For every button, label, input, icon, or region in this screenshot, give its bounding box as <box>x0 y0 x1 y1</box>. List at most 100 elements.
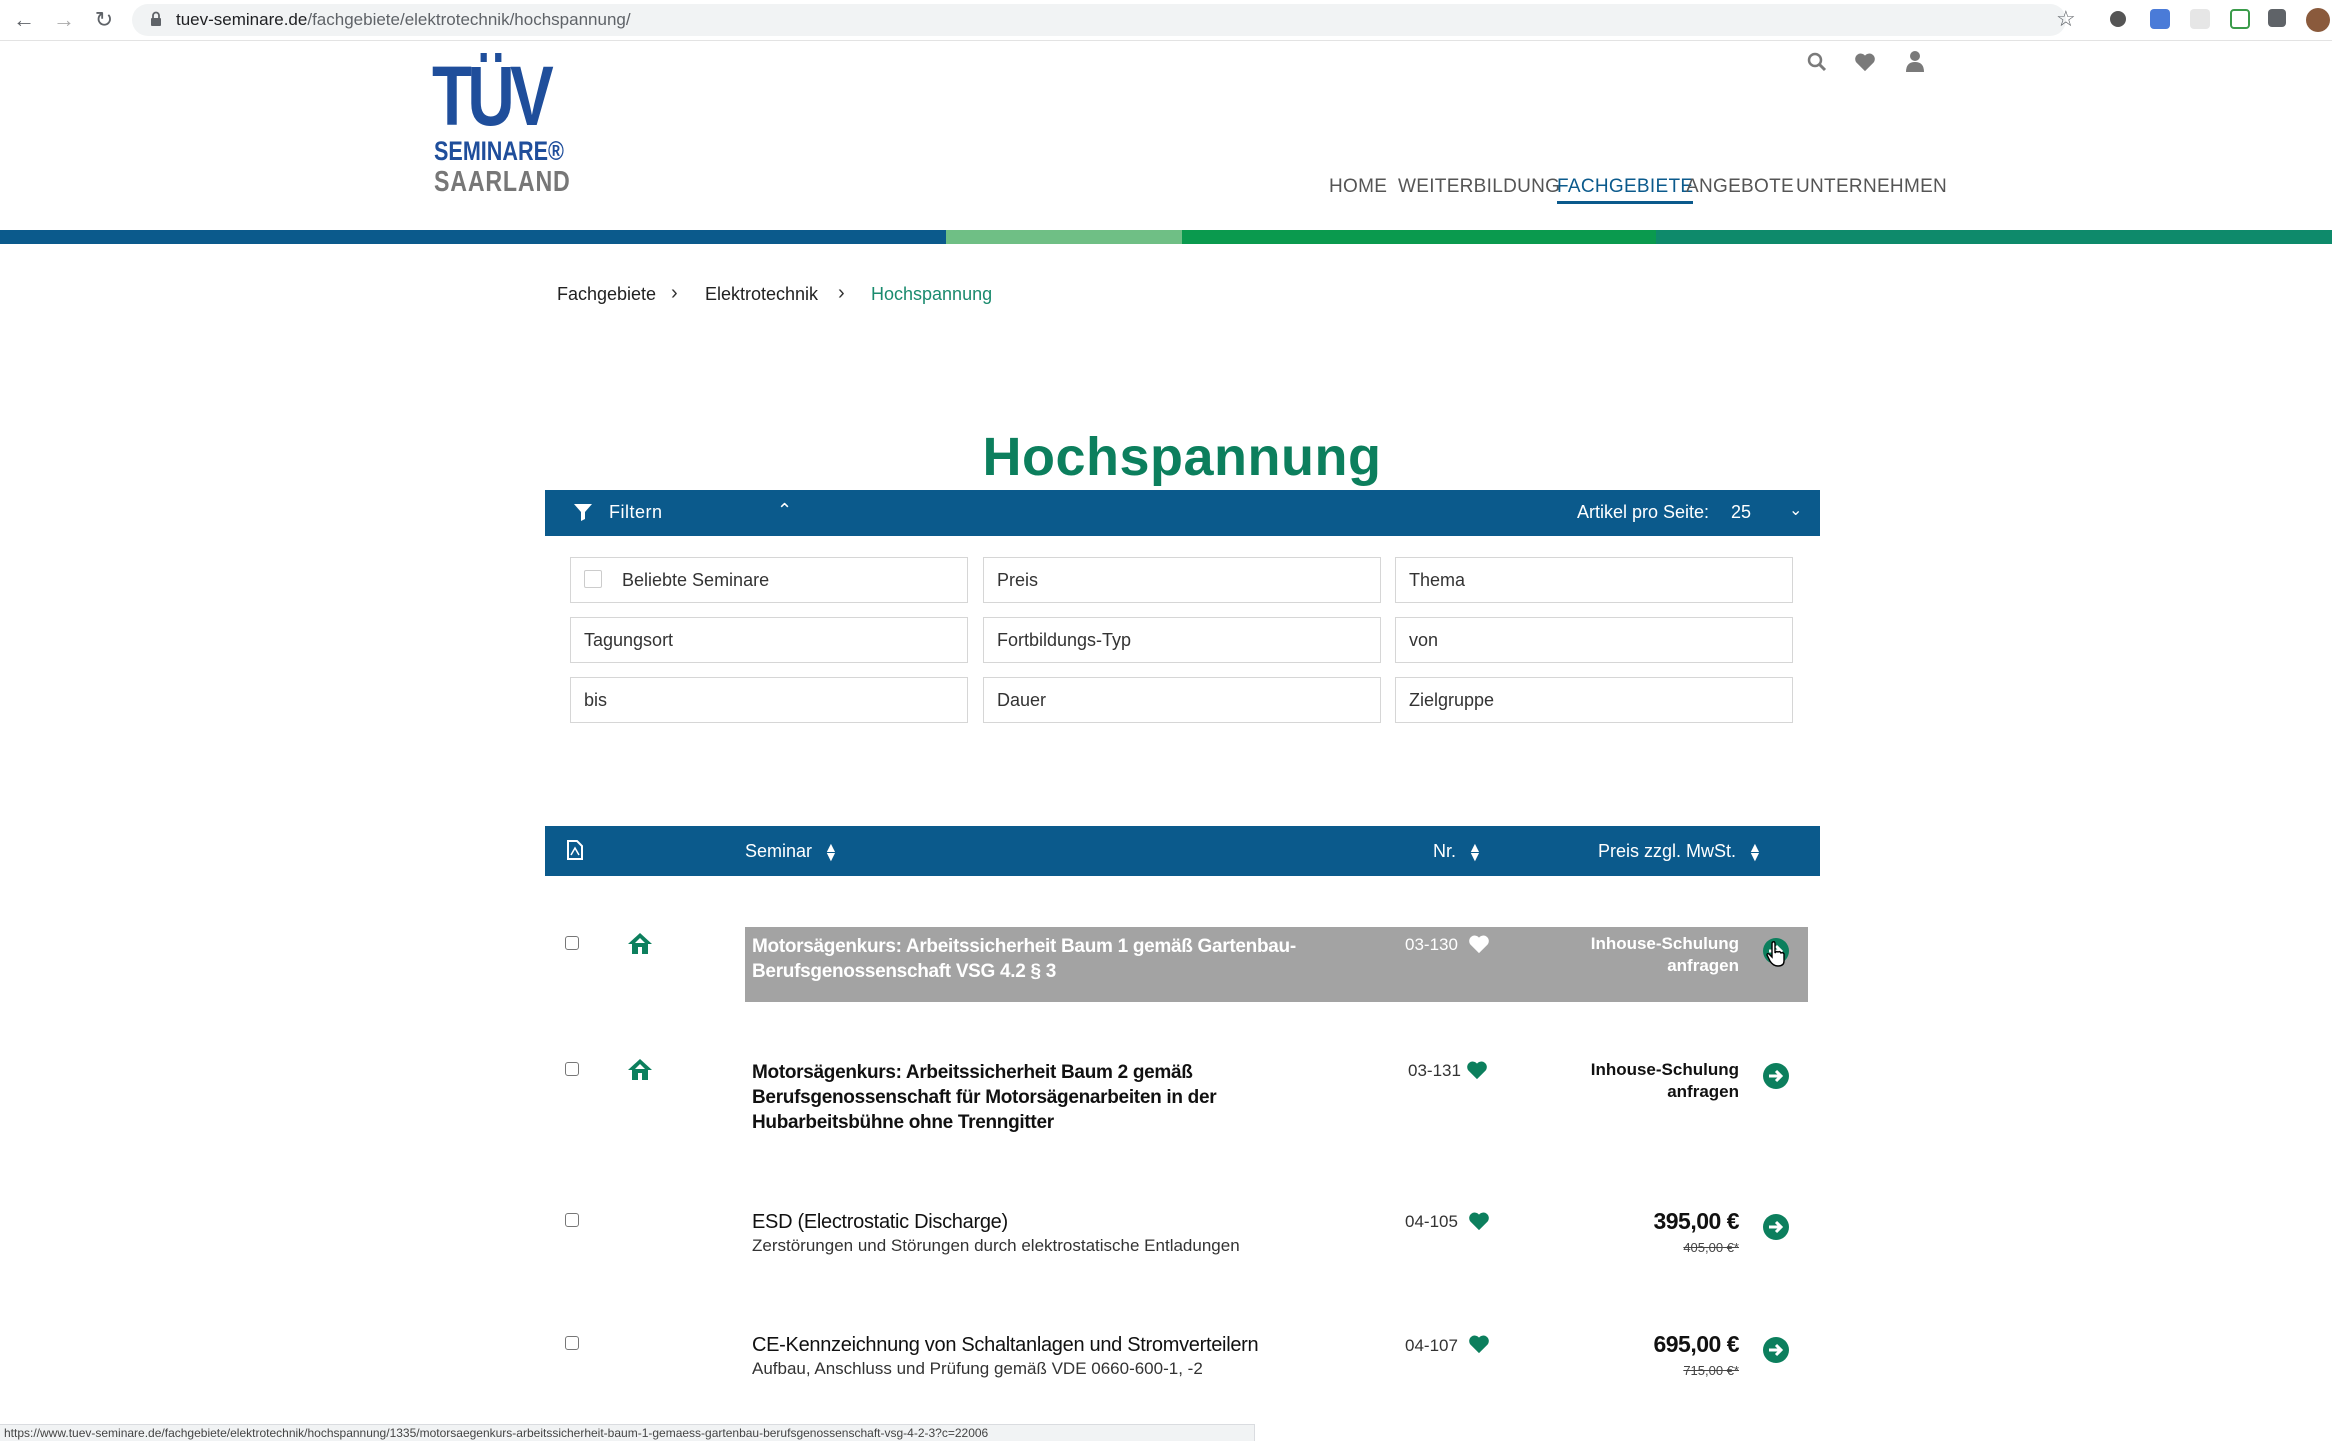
filter-tagungsort[interactable]: Tagungsort <box>570 617 968 663</box>
filter-label: Tagungsort <box>584 630 674 650</box>
arrow-right-circle-icon[interactable] <box>1762 1336 1790 1364</box>
heart-icon[interactable] <box>1468 1211 1490 1231</box>
row-checkbox[interactable] <box>565 1336 579 1350</box>
chevron-down-icon[interactable]: ⌄ <box>1789 500 1802 520</box>
row-old-price: 715,00 €* <box>1683 1363 1739 1378</box>
nav-fachgebiete[interactable]: FACHGEBIETE <box>1557 176 1694 204</box>
col-seminar-label: Seminar <box>745 841 813 861</box>
sort-icon[interactable]: ▲ ▼ <box>824 840 838 863</box>
hand-cursor-icon <box>1766 941 1785 967</box>
breadcrumb-separator-icon: › <box>671 282 678 304</box>
reload-icon[interactable]: ↻ <box>90 6 118 34</box>
sort-icon[interactable]: ▲ ▼ <box>1748 840 1762 863</box>
heart-icon[interactable] <box>1468 934 1490 954</box>
tuv-seminare-logo[interactable]: TÜV SEMINARE® SAARLAND <box>432 49 570 198</box>
chevron-up-icon[interactable]: ⌃ <box>777 500 792 521</box>
filter-bar: Filtern ⌃ Artikel pro Seite: 25 ⌄ <box>545 490 1820 536</box>
per-page-select[interactable]: 25 <box>1731 502 1751 523</box>
logo-saarland-text: SAARLAND <box>434 166 571 198</box>
filter-von[interactable]: von <box>1395 617 1793 663</box>
url-text[interactable]: tuev-seminare.de/fachgebiete/elektrotech… <box>176 9 631 31</box>
beliebte-checkbox[interactable] <box>584 570 602 588</box>
nav-angebote[interactable]: ANGEBOTE <box>1686 176 1794 198</box>
row-nr: 03-130 <box>1405 935 1458 954</box>
col-seminar-header[interactable]: Seminar ▲ ▼ <box>745 840 838 863</box>
row-nr: 03-131 <box>1408 1061 1461 1080</box>
breadcrumb-elektrotechnik[interactable]: Elektrotechnik <box>705 284 818 305</box>
breadcrumb-current: Hochspannung <box>871 284 993 304</box>
filter-label: Preis <box>997 570 1039 590</box>
heart-icon[interactable] <box>1853 52 1877 72</box>
row-checkbox[interactable] <box>565 1062 579 1076</box>
inhouse-request-link[interactable]: Inhouse-Schulung anfragen <box>1539 933 1739 977</box>
row-subtitle: Aufbau, Anschluss und Prüfung gemäß VDE … <box>752 1359 1203 1378</box>
row-subtitle: Zerstörungen und Störungen durch elektro… <box>752 1236 1240 1255</box>
profile-avatar[interactable] <box>2306 8 2330 32</box>
puzzle-icon[interactable] <box>2268 9 2286 27</box>
col-nr-header[interactable]: Nr. ▲ ▼ <box>1433 840 1482 863</box>
row-nr: 04-107 <box>1405 1336 1458 1355</box>
logo-tuv-text: TÜV <box>432 49 554 143</box>
arrow-right-circle-icon[interactable] <box>1762 1213 1790 1241</box>
col-preis-header[interactable]: Preis zzgl. MwSt. ▲ ▼ <box>1598 840 1762 863</box>
nav-unternehmen[interactable]: UNTERNEHMEN <box>1796 176 1947 198</box>
back-arrow-icon[interactable]: ← <box>10 6 38 34</box>
filter-bis[interactable]: bis <box>570 677 968 723</box>
filter-label: Beliebte Seminare <box>622 570 770 590</box>
pdf-icon[interactable] <box>567 840 583 860</box>
filter-toggle[interactable]: Filtern <box>609 502 663 523</box>
arrow-right-circle-icon[interactable] <box>1762 1062 1790 1090</box>
heart-icon[interactable] <box>1466 1060 1488 1080</box>
house-icon <box>628 1059 652 1080</box>
filter-label: bis <box>584 690 608 710</box>
row-old-price: 405,00 €* <box>1683 1240 1739 1255</box>
translate-extension-icon[interactable] <box>2150 9 2170 29</box>
filter-fortbildungs-typ[interactable]: Fortbildungs-Typ <box>983 617 1381 663</box>
nav-home[interactable]: HOME <box>1329 176 1387 198</box>
table-header: Seminar ▲ ▼ Nr. ▲ ▼ Preis zzgl. MwSt. ▲ ▼ <box>545 826 1820 876</box>
logo-seminare-text: SEMINARE® <box>434 136 564 166</box>
col-preis-label: Preis zzgl. MwSt. <box>1598 841 1737 861</box>
col-nr-label: Nr. <box>1433 841 1457 861</box>
house-icon <box>628 933 652 954</box>
extension-icon[interactable] <box>2230 9 2250 29</box>
extension-icon[interactable] <box>2110 11 2126 27</box>
row-title-link[interactable]: Motorsägenkurs: Arbeitssicherheit Baum 1… <box>752 934 1372 984</box>
forward-arrow-icon[interactable]: → <box>50 6 78 34</box>
per-page-label: Artikel pro Seite: <box>1577 502 1710 522</box>
header-color-band <box>0 230 2332 244</box>
filter-preis[interactable]: Preis <box>983 557 1381 603</box>
filter-label: Zielgruppe <box>1409 690 1495 710</box>
search-icon[interactable] <box>1805 52 1829 72</box>
row-checkbox[interactable] <box>565 1213 579 1227</box>
filter-dauer[interactable]: Dauer <box>983 677 1381 723</box>
url-path: /fachgebiete/elektrotechnik/hochspannung… <box>307 10 631 29</box>
filter-thema[interactable]: Thema <box>1395 557 1793 603</box>
inhouse-request-link[interactable]: Inhouse-Schulung anfragen <box>1539 1059 1739 1103</box>
browser-toolbar: ← → ↻ tuev-seminare.de/fachgebiete/elekt… <box>0 0 2332 41</box>
url-domain: tuev-seminare.de <box>176 10 308 29</box>
filter-zielgruppe[interactable]: Zielgruppe <box>1395 677 1793 723</box>
filter-label: Dauer <box>997 690 1047 710</box>
funnel-icon[interactable] <box>573 502 593 522</box>
bookmark-star-icon[interactable]: ☆ <box>2056 6 2076 32</box>
breadcrumb-separator-icon: › <box>838 282 845 304</box>
row-checkbox[interactable] <box>565 936 579 950</box>
filter-label: Thema <box>1409 570 1466 590</box>
page-title: Hochspannung <box>982 427 1382 487</box>
filter-label: Fortbildungs-Typ <box>997 630 1132 650</box>
row-nr: 04-105 <box>1405 1212 1458 1231</box>
row-price: 695,00 € <box>1653 1331 1739 1357</box>
filter-label: von <box>1409 630 1439 650</box>
sort-icon[interactable]: ▲ ▼ <box>1468 840 1482 863</box>
heart-icon[interactable] <box>1468 1334 1490 1354</box>
user-icon[interactable] <box>1903 50 1927 72</box>
extension-icon[interactable] <box>2190 9 2210 29</box>
row-title-link[interactable]: Motorsägenkurs: Arbeitssicherheit Baum 2… <box>752 1060 1372 1135</box>
row-price: 395,00 € <box>1653 1208 1739 1234</box>
breadcrumb-fachgebiete[interactable]: Fachgebiete <box>557 284 656 305</box>
nav-weiterbildung[interactable]: WEITERBILDUNG <box>1398 176 1560 198</box>
link-status-bar: https://www.tuev-seminare.de/fachgebiete… <box>0 1424 1255 1441</box>
filter-beliebte-seminare[interactable]: Beliebte Seminare <box>570 557 968 603</box>
lock-icon <box>151 11 161 26</box>
